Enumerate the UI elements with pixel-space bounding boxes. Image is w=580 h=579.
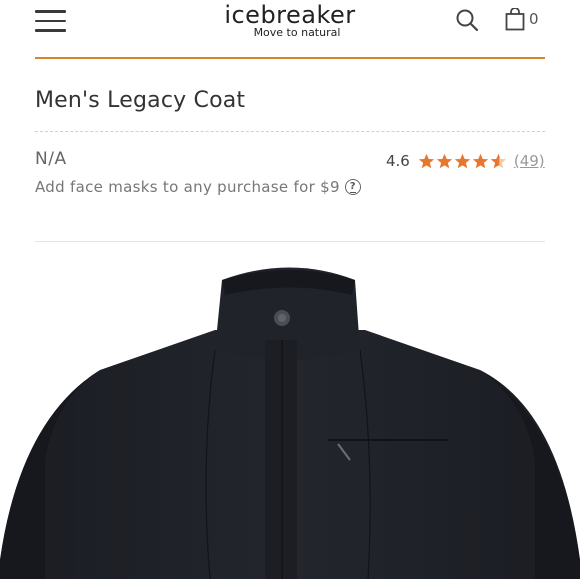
- shopping-bag-icon: [505, 7, 525, 31]
- star-icon: [472, 153, 489, 168]
- section-divider: [35, 241, 545, 242]
- promo-text: Add face masks to any purchase for $9: [35, 178, 340, 196]
- site-header: icebreaker Move to natural 0: [0, 0, 580, 59]
- promo-message: Add face masks to any purchase for $9 ?: [35, 178, 361, 196]
- question-circle-icon[interactable]: ?: [344, 179, 361, 195]
- product-title: Men's Legacy Coat: [35, 88, 246, 113]
- product-price: N/A: [35, 149, 67, 169]
- star-half-icon: [490, 153, 507, 168]
- star-icon: [418, 153, 435, 168]
- header-divider: [35, 57, 545, 59]
- star-icon: [436, 153, 453, 168]
- rating-value: 4.6: [386, 152, 410, 170]
- search-icon[interactable]: [455, 8, 479, 32]
- cart-count: 0: [529, 10, 539, 28]
- brand-tagline: Move to natural: [253, 26, 341, 39]
- brand-logo[interactable]: icebreaker Move to natural: [0, 2, 580, 39]
- star-icon: [454, 153, 471, 168]
- rating-stars: [418, 153, 508, 170]
- product-image[interactable]: [0, 260, 580, 579]
- cart-button[interactable]: 0: [505, 7, 539, 32]
- brand-name: icebreaker: [224, 1, 356, 29]
- title-divider: [35, 131, 545, 132]
- product-rating[interactable]: 4.6 (49): [386, 150, 545, 172]
- review-count-link[interactable]: (49): [514, 152, 545, 170]
